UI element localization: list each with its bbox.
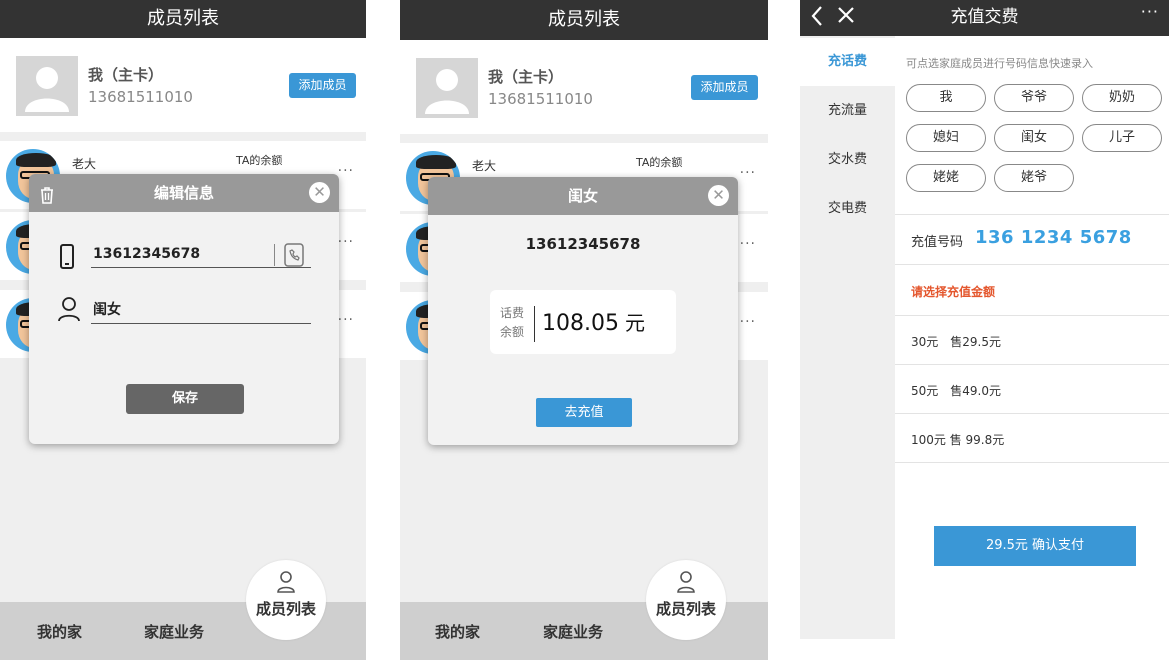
nav-family-business[interactable]: 家庭业务 — [144, 621, 204, 642]
main-card: 我（主卡） 13681511010 添加成员 — [400, 40, 768, 134]
nav-home[interactable]: 我的家 — [435, 621, 480, 642]
tab-phone-recharge[interactable]: 充话费 — [800, 38, 895, 86]
more-icon[interactable]: ··· — [338, 312, 354, 328]
member-list-screen-edit: 成员列表 我（主卡） 13681511010 添加成员 老大 TA的余额 ···… — [0, 0, 366, 660]
dialog-title: 编辑信息 — [153, 184, 214, 202]
more-icon[interactable]: ··· — [740, 314, 756, 330]
family-chip[interactable]: 姥姥 — [906, 164, 986, 192]
more-icon[interactable]: ··· — [740, 165, 756, 181]
edit-info-dialog: 编辑信息 ✕ 13612345678 闺女 保存 — [29, 174, 339, 444]
main-card-name: 我（主卡） — [88, 66, 164, 84]
mobile-phone-icon — [57, 244, 79, 270]
balance-value: 108.05 元 — [542, 311, 645, 336]
divider — [895, 462, 1169, 463]
recharge-number-value[interactable]: 136 1234 5678 — [975, 227, 1132, 248]
divider — [895, 315, 1169, 316]
tab-electric-bill[interactable]: 交电费 — [800, 185, 895, 233]
member-list-screen-balance: 成员列表 我（主卡） 13681511010 添加成员 老大 TA的余额 ···… — [400, 0, 768, 660]
member-phone: 13612345678 — [525, 235, 641, 253]
page-title: 成员列表 — [400, 0, 768, 40]
user-placeholder-icon — [25, 67, 69, 112]
family-chip[interactable]: 闺女 — [994, 124, 1074, 152]
more-icon[interactable]: ··· — [740, 236, 756, 252]
page-title: 充值交费 — [950, 7, 1019, 27]
main-card-phone: 13681511010 — [88, 88, 193, 106]
member-balance-label: TA的余额 — [636, 156, 683, 169]
dialog-title: 闺女 — [567, 187, 598, 205]
field-divider — [274, 244, 275, 266]
member-name: 老大 — [472, 159, 497, 173]
tab-data-recharge[interactable]: 充流量 — [800, 87, 895, 135]
contacts-icon[interactable] — [283, 243, 305, 271]
name-field[interactable]: 闺女 — [91, 296, 311, 324]
members-icon — [677, 571, 695, 593]
family-chip[interactable]: 儿子 — [1082, 124, 1162, 152]
amount-option-100[interactable]: 100元 售 99.8元 — [911, 431, 1004, 448]
hint-text: 可点选家庭成员进行号码信息快速录入 — [906, 57, 1093, 70]
tab-water-bill[interactable]: 交水费 — [800, 136, 895, 184]
member-name: 老大 — [72, 157, 97, 171]
nav-family-business[interactable]: 家庭业务 — [543, 621, 603, 642]
phone-field[interactable]: 13612345678 — [91, 240, 311, 268]
main-card-name: 我（主卡） — [488, 68, 564, 86]
category-sidebar: 充话费 充流量 交水费 交电费 — [800, 36, 895, 639]
family-chip[interactable]: 我 — [906, 84, 986, 112]
recharge-screen: 充值交费 ··· 充话费 充流量 交水费 交电费 可点选家庭成员进行号码信息快速… — [800, 0, 1169, 660]
top-bar: 充值交费 ··· — [800, 0, 1169, 36]
divider — [895, 364, 1169, 365]
close-icon[interactable]: ✕ — [708, 185, 729, 206]
amount-option-50[interactable]: 50元 售49.0元 — [911, 382, 1001, 399]
divider — [534, 306, 535, 342]
avatar — [16, 56, 78, 116]
member-list-fab[interactable]: 成员列表 — [246, 560, 326, 640]
recharge-button[interactable]: 去充值 — [536, 398, 632, 427]
confirm-pay-button[interactable]: 29.5元 确认支付 — [934, 526, 1136, 566]
dialog-header: 闺女 ✕ — [428, 177, 738, 215]
balance-box: 话费 余额 108.05 元 — [490, 290, 676, 354]
dialog-header: 编辑信息 ✕ — [29, 174, 339, 212]
main-card-phone: 13681511010 — [488, 90, 593, 108]
amount-option-30[interactable]: 30元 售29.5元 — [911, 333, 1001, 350]
user-placeholder-icon — [425, 69, 469, 114]
add-member-button[interactable]: 添加成员 — [691, 75, 758, 100]
choose-amount-label: 请选择充值金额 — [911, 285, 996, 299]
avatar — [416, 58, 478, 118]
divider — [895, 214, 1169, 215]
balance-label: 话费 余额 — [500, 306, 525, 339]
divider — [895, 413, 1169, 414]
add-member-button[interactable]: 添加成员 — [289, 73, 356, 98]
trash-icon[interactable] — [39, 180, 55, 218]
family-chip[interactable]: 爷爷 — [994, 84, 1074, 112]
fab-label: 成员列表 — [255, 600, 316, 618]
recharge-number-label: 充值号码 — [911, 235, 964, 250]
more-icon[interactable]: ··· — [338, 163, 354, 179]
main-card: 我（主卡） 13681511010 添加成员 — [0, 38, 366, 132]
members-icon — [277, 571, 295, 593]
more-icon[interactable]: ··· — [1141, 2, 1159, 21]
more-icon[interactable]: ··· — [338, 234, 354, 250]
fab-label: 成员列表 — [655, 600, 716, 618]
member-list-fab[interactable]: 成员列表 — [646, 560, 726, 640]
person-icon — [57, 296, 80, 322]
member-balance-label: TA的余额 — [236, 154, 283, 167]
family-chip[interactable]: 奶奶 — [1082, 84, 1162, 112]
member-balance-dialog: 闺女 ✕ 13612345678 话费 余额 108.05 元 去充值 — [428, 177, 738, 445]
divider — [895, 264, 1169, 265]
close-icon[interactable]: ✕ — [309, 182, 330, 203]
family-chip[interactable]: 姥爷 — [994, 164, 1074, 192]
family-chip[interactable]: 媳妇 — [906, 124, 986, 152]
save-button[interactable]: 保存 — [126, 384, 244, 414]
page-title: 成员列表 — [0, 0, 366, 38]
nav-home[interactable]: 我的家 — [37, 621, 82, 642]
